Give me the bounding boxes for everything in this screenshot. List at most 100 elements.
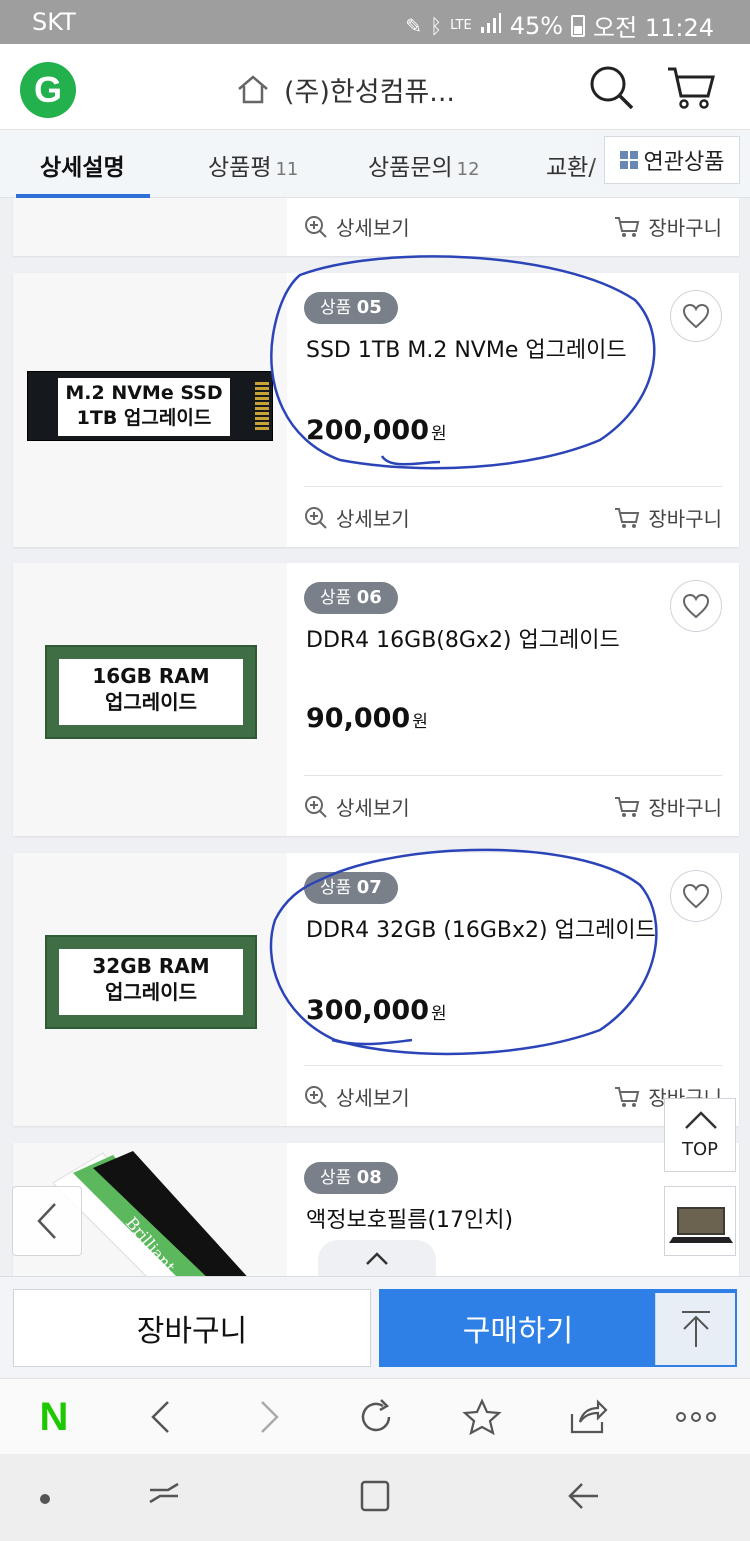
app-header: G (주)한성컴퓨...	[0, 44, 750, 130]
product-name[interactable]: 액정보호필름(17인치)	[306, 1205, 666, 1236]
more-menu-button[interactable]	[674, 1395, 718, 1439]
zoom-in-icon	[305, 1085, 327, 1108]
wishlist-button[interactable]	[670, 580, 722, 632]
product-tabs: 상세설명 상품평 11 상품문의 12 교환/ 연관상품	[0, 130, 750, 198]
cart-small-icon	[615, 507, 640, 528]
product-card-partial: 상세보기 장바구니	[13, 198, 739, 256]
laptop-image	[665, 1187, 735, 1255]
battery-percent: 45%	[509, 11, 564, 40]
ram-image: 16GB RAM 업그레이드	[45, 645, 257, 739]
lte-label: LTE	[450, 18, 472, 33]
home-icon[interactable]	[236, 74, 270, 104]
naver-logo[interactable]: N	[32, 1395, 76, 1439]
refresh-icon	[361, 1399, 391, 1432]
cart-small-icon	[615, 216, 640, 237]
recent-apps-icon[interactable]	[146, 1478, 182, 1514]
add-to-cart-link[interactable]: 장바구니	[614, 792, 722, 821]
product-thumbnail: M.2 NVMe SSD 1TB 업그레이드	[13, 273, 287, 547]
chevron-left-icon	[151, 1401, 169, 1433]
signal-icon	[480, 12, 502, 40]
product-card[interactable]: 16GB RAM 업그레이드 상품 06 DDR4 16GB(8Gx2) 업그레이…	[13, 563, 739, 836]
seller-name[interactable]: (주)한성컴퓨...	[284, 70, 455, 109]
chevron-right-icon	[261, 1401, 279, 1433]
clock: 오전 11:24	[593, 14, 714, 42]
heart-icon	[682, 303, 710, 329]
related-products-button[interactable]: 연관상품	[604, 136, 740, 184]
product-thumbnail: 16GB RAM 업그레이드	[13, 563, 287, 836]
add-to-cart-link[interactable]: 장바구니	[614, 212, 722, 241]
tab-detail[interactable]: 상세설명	[40, 148, 125, 182]
detail-view-link[interactable]: 상세보기	[304, 212, 410, 241]
status-icons: ✎ ᛒ LTE 45% 오전 11:24	[405, 8, 714, 43]
arrow-up-icon	[681, 1311, 710, 1347]
zoom-in-icon	[305, 506, 327, 529]
share-button[interactable]	[566, 1395, 610, 1439]
system-navigation-bar	[0, 1454, 750, 1541]
dot-icon[interactable]	[38, 1492, 52, 1506]
product-number-badge: 상품 05	[304, 292, 398, 324]
status-bar: SKT ✎ ᛒ LTE 45% 오전 11:24	[0, 0, 750, 44]
expand-drawer-handle[interactable]	[318, 1240, 436, 1278]
product-name[interactable]: SSD 1TB M.2 NVMe 업그레이드	[306, 335, 666, 366]
add-to-cart-button[interactable]: 장바구니	[13, 1289, 371, 1367]
grid-icon	[619, 151, 638, 169]
scroll-top-button[interactable]: TOP	[664, 1098, 736, 1172]
heart-icon	[682, 883, 710, 909]
detail-view-link[interactable]: 상세보기	[304, 1082, 410, 1111]
recent-item-thumbnail[interactable]	[664, 1186, 736, 1256]
card-divider	[304, 775, 722, 776]
product-thumbnail: 32GB RAM 업그레이드	[13, 853, 287, 1126]
carrier-label: SKT	[32, 8, 76, 36]
product-price: 300,000 원	[306, 995, 447, 1026]
browser-toolbar: N	[0, 1378, 750, 1454]
star-icon	[462, 1398, 502, 1436]
add-to-cart-link[interactable]: 장바구니	[614, 503, 722, 532]
detail-view-link[interactable]: 상세보기	[304, 503, 410, 532]
cart-small-icon	[615, 796, 640, 817]
bookmark-button[interactable]	[460, 1395, 504, 1439]
gmarket-logo[interactable]: G	[20, 62, 76, 118]
cart-icon[interactable]	[666, 64, 716, 110]
purchase-bar: 장바구니 구매하기	[0, 1276, 750, 1378]
cart-small-icon	[615, 1086, 640, 1107]
scroll-up-button[interactable]	[655, 1293, 735, 1365]
chevron-up-icon	[685, 1111, 717, 1129]
tab-exchange[interactable]: 교환/	[546, 148, 596, 182]
refresh-button[interactable]	[354, 1395, 398, 1439]
detail-view-link[interactable]: 상세보기	[304, 792, 410, 821]
zoom-in-icon	[305, 215, 327, 238]
home-button-icon[interactable]	[358, 1478, 392, 1514]
battery-icon	[571, 14, 586, 37]
ram-image: 32GB RAM 업그레이드	[45, 935, 257, 1029]
product-thumbnail	[13, 198, 287, 256]
product-number-badge: 상품 08	[304, 1162, 398, 1194]
wishlist-button[interactable]	[670, 870, 722, 922]
ssd-image: M.2 NVMe SSD 1TB 업그레이드	[27, 371, 273, 441]
card-divider	[304, 1065, 722, 1066]
product-number-badge: 상품 07	[304, 872, 398, 904]
forward-button[interactable]	[248, 1395, 292, 1439]
zoom-in-icon	[305, 795, 327, 818]
product-price: 200,000 원	[306, 415, 447, 446]
share-icon	[570, 1399, 608, 1434]
product-number-badge: 상품 06	[304, 582, 398, 614]
back-button[interactable]	[138, 1395, 182, 1439]
chevron-left-icon	[37, 1203, 56, 1239]
product-name[interactable]: DDR4 32GB (16GBx2) 업그레이드	[306, 915, 656, 946]
chevron-up-icon	[366, 1252, 388, 1265]
bluetooth-icon: ᛒ	[430, 13, 443, 38]
wishlist-button[interactable]	[670, 290, 722, 342]
tab-reviews[interactable]: 상품평 11	[208, 148, 298, 182]
prev-arrow-button[interactable]	[12, 1186, 82, 1256]
back-arrow-icon[interactable]	[566, 1478, 602, 1514]
product-price: 90,000 원	[306, 703, 428, 734]
product-name[interactable]: DDR4 16GB(8Gx2) 업그레이드	[306, 625, 666, 656]
heart-icon	[682, 593, 710, 619]
search-icon[interactable]	[588, 64, 634, 110]
tab-inquiries[interactable]: 상품문의 12	[368, 148, 480, 182]
product-card[interactable]: 32GB RAM 업그레이드 상품 07 DDR4 32GB (16GBx2) 업…	[13, 853, 739, 1126]
product-card[interactable]: M.2 NVMe SSD 1TB 업그레이드 상품 05 SSD 1TB M.2 …	[13, 273, 739, 547]
pen-icon: ✎	[405, 13, 423, 38]
more-icon	[676, 1412, 716, 1422]
card-divider	[304, 486, 722, 487]
